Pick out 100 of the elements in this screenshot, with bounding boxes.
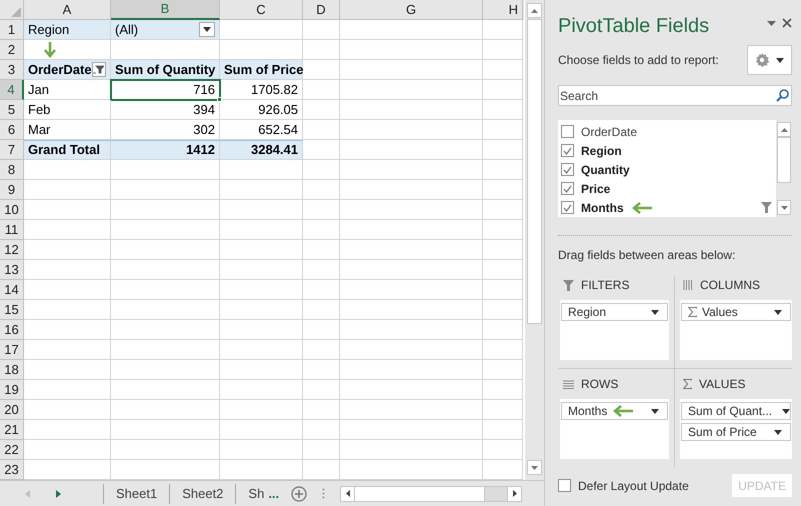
field-chip[interactable]: Region	[561, 303, 668, 321]
empty-cell	[483, 220, 523, 240]
empty-cell	[483, 300, 523, 320]
table-cell: 1705.82	[220, 80, 303, 100]
field-chip[interactable]: Months	[561, 402, 668, 420]
settings-icon	[755, 53, 769, 67]
caret-icon[interactable]	[767, 20, 776, 26]
field-name[interactable]: Months	[581, 198, 624, 216]
row-header[interactable]: 3	[0, 60, 24, 80]
list-scrollbar[interactable]	[776, 120, 792, 217]
scroll-up-icon[interactable]	[531, 8, 538, 12]
row-header[interactable]: 14	[0, 280, 24, 300]
filter-button[interactable]	[92, 62, 106, 77]
sheet-tab[interactable]: Sheet2	[170, 482, 236, 504]
table-cell: 3284.41	[220, 140, 303, 160]
row-header[interactable]: 5	[0, 100, 24, 120]
settings-button[interactable]	[747, 45, 792, 75]
row-header[interactable]: 18	[0, 360, 24, 380]
row-header[interactable]: 8	[0, 160, 24, 180]
column-header[interactable]: G	[340, 0, 483, 20]
add-sheet-icon[interactable]	[291, 486, 308, 502]
table-cell: Feb	[24, 100, 111, 120]
row-header[interactable]: 10	[0, 200, 24, 220]
empty-cell	[303, 260, 340, 280]
scroll-left-icon[interactable]	[346, 490, 350, 497]
empty-cell	[483, 380, 523, 400]
table-cell: 716	[111, 80, 220, 100]
drop-area[interactable]: Months	[560, 399, 669, 459]
row-header[interactable]: 9	[0, 180, 24, 200]
checkbox[interactable]	[561, 201, 574, 214]
empty-cell	[483, 420, 523, 440]
empty-cell	[303, 120, 340, 140]
row-header[interactable]: 19	[0, 380, 24, 400]
row-header[interactable]: 15	[0, 300, 24, 320]
table-cell: Sum of Price	[220, 60, 303, 80]
row-header[interactable]: 13	[0, 260, 24, 280]
column-header[interactable]: D	[303, 0, 340, 20]
row-header[interactable]: 23	[0, 460, 24, 480]
drop-area[interactable]: Region	[560, 300, 669, 360]
dropdown-button[interactable]	[199, 22, 215, 37]
check-icon	[563, 146, 572, 154]
empty-cell	[303, 440, 340, 460]
scroll-down-icon[interactable]	[531, 466, 538, 470]
table-cell: Jan	[24, 80, 111, 100]
field-chip[interactable]: Sum of Price	[681, 423, 791, 441]
horizontal-scrollbar[interactable]	[340, 486, 522, 502]
row-header[interactable]: 2	[0, 40, 24, 60]
row-header[interactable]: 20	[0, 400, 24, 420]
sheet-tab[interactable]: Sheet1	[104, 482, 170, 504]
panel-title: PivotTable Fields	[558, 14, 710, 39]
row-header[interactable]: 17	[0, 340, 24, 360]
empty-cell	[483, 200, 523, 220]
scroll-right-icon[interactable]	[512, 490, 517, 497]
column-header[interactable]: B	[111, 0, 220, 20]
field-name[interactable]: Region	[581, 142, 622, 160]
caret-icon	[774, 310, 782, 314]
row-header[interactable]: 7	[0, 140, 24, 160]
splitter-icon[interactable]	[322, 488, 326, 499]
checkbox[interactable]	[561, 182, 574, 195]
row-header[interactable]: 6	[0, 120, 24, 140]
next-sheet-icon[interactable]	[56, 490, 61, 498]
search-field[interactable]: Search	[558, 85, 792, 106]
more-sheets-indicator[interactable]: ...	[268, 484, 280, 504]
column-header[interactable]: H	[483, 0, 523, 20]
row-header[interactable]: 11	[0, 220, 24, 240]
check-icon	[563, 204, 572, 212]
filter-icon	[563, 280, 574, 290]
checkbox[interactable]	[561, 163, 574, 176]
checkbox[interactable]	[561, 144, 574, 157]
field-name[interactable]: Price	[581, 180, 610, 198]
row-header[interactable]: 16	[0, 320, 24, 340]
checkbox[interactable]	[561, 125, 574, 138]
prompt-text: Choose fields to add to report:	[558, 52, 719, 69]
empty-cell	[303, 220, 340, 240]
scroll-down-icon[interactable]	[780, 206, 788, 210]
search-icon[interactable]	[776, 89, 789, 102]
field-name[interactable]: OrderDate	[581, 122, 638, 140]
row-header[interactable]: 4	[0, 80, 24, 100]
scroll-up-icon[interactable]	[780, 128, 788, 132]
empty-cell	[483, 140, 523, 160]
checkbox-label: Defer Layout Update	[578, 478, 689, 494]
empty-cell	[483, 280, 523, 300]
area-title: COLUMNS	[700, 277, 760, 294]
checkbox[interactable]	[558, 479, 571, 492]
field-name[interactable]: Quantity	[581, 160, 630, 178]
empty-cell	[303, 200, 340, 220]
row-header[interactable]: 12	[0, 240, 24, 260]
empty-cell	[483, 120, 523, 140]
drop-area[interactable]: Values	[680, 300, 792, 360]
row-header[interactable]: 1	[0, 20, 24, 40]
close-icon[interactable]	[782, 18, 792, 28]
drop-area[interactable]: Sum of Quant... Sum of Price	[680, 399, 792, 459]
column-header[interactable]: C	[220, 0, 303, 20]
vertical-scrollbar[interactable]	[525, 0, 544, 480]
row-header[interactable]: 21	[0, 420, 24, 440]
field-chip[interactable]: Sum of Quant...	[681, 402, 791, 420]
empty-cell	[303, 400, 340, 420]
field-chip[interactable]: Values	[681, 303, 791, 321]
empty-cell	[303, 20, 340, 40]
row-header[interactable]: 22	[0, 440, 24, 460]
